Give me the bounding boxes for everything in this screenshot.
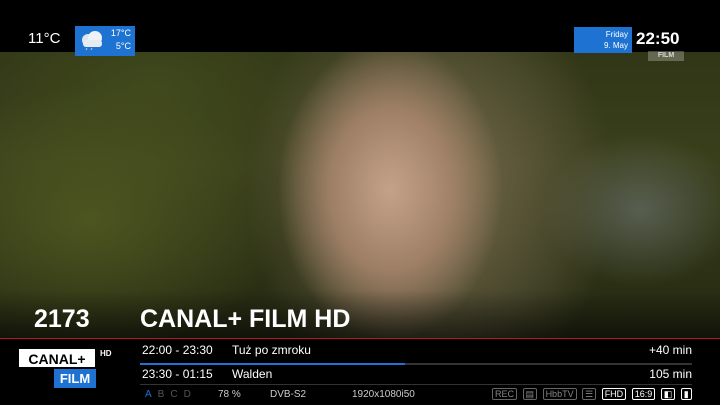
key-c[interactable]: C	[170, 389, 183, 400]
next-duration: 105 min	[649, 367, 692, 381]
video-resolution: 1920x1080i50	[352, 389, 415, 400]
status-divider	[140, 384, 692, 385]
channel-name: CANAL+ FILM HD	[140, 305, 351, 333]
top-bar: 11°C 17°C 5°C Friday 9. May 22:50	[0, 0, 720, 56]
fhd-badge: FHD	[601, 388, 627, 400]
day-label: Friday	[605, 30, 628, 39]
cloud-icon	[82, 31, 102, 50]
now-title[interactable]: Tuż po zmroku	[232, 343, 311, 357]
date-label: 9. May	[603, 41, 628, 50]
logo-film: FILM	[54, 369, 96, 388]
dolby-icon: ◧	[660, 388, 676, 400]
logo-canal: CANAL+	[18, 348, 96, 368]
tuner-type: DVB-S2	[270, 389, 307, 400]
now-remaining: +40 min	[648, 343, 692, 357]
temp-low: 5°C	[115, 41, 131, 51]
signal-strength: 78 %	[218, 389, 241, 400]
audio-icon: ▮	[680, 388, 692, 400]
channel-number: 2173	[34, 305, 90, 333]
key-a[interactable]: A	[145, 389, 158, 400]
channel-logo: CANAL+ HD FILM	[18, 348, 113, 390]
program-progress-fill	[140, 363, 405, 365]
program-progress	[140, 363, 692, 365]
logo-hd: HD	[100, 349, 112, 358]
subtitle-icon: ▤	[522, 388, 538, 400]
hbbtv-badge: HbbTV	[542, 388, 577, 400]
clock: 22:50	[636, 29, 680, 48]
temp-high: 17°C	[110, 28, 131, 38]
color-keys: ABCD	[145, 389, 197, 400]
aspect-badge: 16:9	[631, 388, 656, 400]
now-time: 22:00 - 23:30	[142, 343, 213, 357]
feature-badges: REC ▤ HbbTV ☰ FHD 16:9 ◧ ▮	[492, 388, 695, 400]
key-d[interactable]: D	[184, 389, 197, 400]
next-time: 23:30 - 01:15	[142, 367, 213, 381]
rec-badge: REC	[492, 388, 518, 400]
teletext-icon: ☰	[582, 388, 597, 400]
bottom-fade	[0, 290, 720, 340]
channel-watermark: FILM	[648, 51, 684, 61]
current-temperature: 11°C	[28, 30, 61, 47]
key-b[interactable]: B	[158, 389, 171, 400]
date-box: Friday 9. May	[574, 27, 632, 53]
weather-forecast: 17°C 5°C	[75, 26, 135, 56]
next-title[interactable]: Walden	[232, 367, 272, 381]
